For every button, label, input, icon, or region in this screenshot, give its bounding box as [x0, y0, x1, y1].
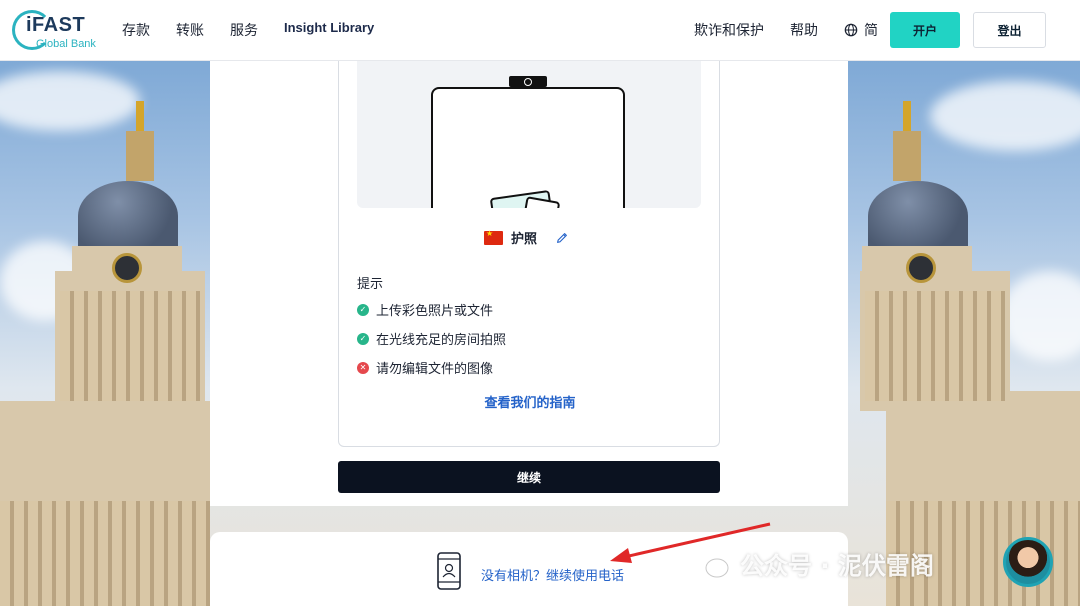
- top-navigation-bar: iFAST Global Bank 存款 转账 服务 Insight Libra…: [0, 0, 1080, 61]
- tip-text: 请勿编辑文件的图像: [376, 362, 494, 377]
- tips-heading: 提示: [357, 277, 384, 292]
- check-circle-icon: ✓: [357, 303, 369, 316]
- tip-item: ✓ 在光线充足的房间拍照: [357, 329, 506, 348]
- selected-document: 护照: [484, 228, 569, 247]
- nav-insight-library[interactable]: Insight Library: [284, 20, 374, 40]
- watermark-text: 公众号 · 泥伏雷阁: [740, 552, 934, 580]
- continue-button[interactable]: 继续: [338, 461, 720, 493]
- support-agent-avatar[interactable]: [1003, 537, 1053, 587]
- tip-text: 上传彩色照片或文件: [376, 304, 494, 319]
- main-nav: 存款 转账 服务 Insight Library: [122, 20, 374, 40]
- wechat-watermark: 公众号 · 泥伏雷阁: [690, 546, 934, 581]
- logo-brand: iFAST: [26, 14, 86, 36]
- logo-subtitle: Global Bank: [36, 38, 96, 50]
- logout-button[interactable]: 登出: [973, 12, 1046, 48]
- language-label: 简: [864, 23, 878, 39]
- china-flag-icon: [484, 229, 503, 245]
- document-card: 护照 提示 ✓ 上传彩色照片或文件 ✓ 在光线充足的房间拍照 ✕ 请勿编辑文件的…: [338, 61, 720, 447]
- tip-item: ✓ 上传彩色照片或文件: [357, 300, 493, 319]
- mobile-phone-icon: [437, 552, 461, 590]
- nav-transfer[interactable]: 转账: [176, 20, 204, 40]
- ifast-logo[interactable]: iFAST Global Bank: [12, 8, 104, 52]
- nav-services[interactable]: 服务: [230, 20, 258, 40]
- open-account-button[interactable]: 开户: [890, 12, 960, 48]
- phone-illustration: [357, 61, 701, 208]
- wechat-icon: [692, 550, 729, 577]
- check-circle-icon: ✓: [357, 332, 369, 345]
- edit-pencil-icon[interactable]: [555, 231, 569, 245]
- tip-text: 在光线充足的房间拍照: [376, 333, 507, 348]
- tip-item: ✕ 请勿编辑文件的图像: [357, 358, 493, 377]
- nav-help[interactable]: 帮助: [790, 20, 818, 40]
- view-guide-link[interactable]: 查看我们的指南: [339, 392, 721, 411]
- verification-panel: 护照 提示 ✓ 上传彩色照片或文件 ✓ 在光线充足的房间拍照 ✕ 请勿编辑文件的…: [210, 61, 848, 506]
- nav-deposit[interactable]: 存款: [122, 20, 150, 40]
- nav-fraud-protection[interactable]: 欺诈和保护: [694, 20, 764, 40]
- secondary-nav: 欺诈和保护 帮助 简: [694, 20, 878, 40]
- language-switcher[interactable]: 简: [844, 20, 878, 40]
- cross-circle-icon: ✕: [357, 361, 369, 374]
- phone-camera-icon: [509, 76, 547, 87]
- document-type-label: 护照: [511, 232, 538, 247]
- phone-outline-icon: [431, 87, 625, 208]
- globe-icon: [844, 23, 858, 37]
